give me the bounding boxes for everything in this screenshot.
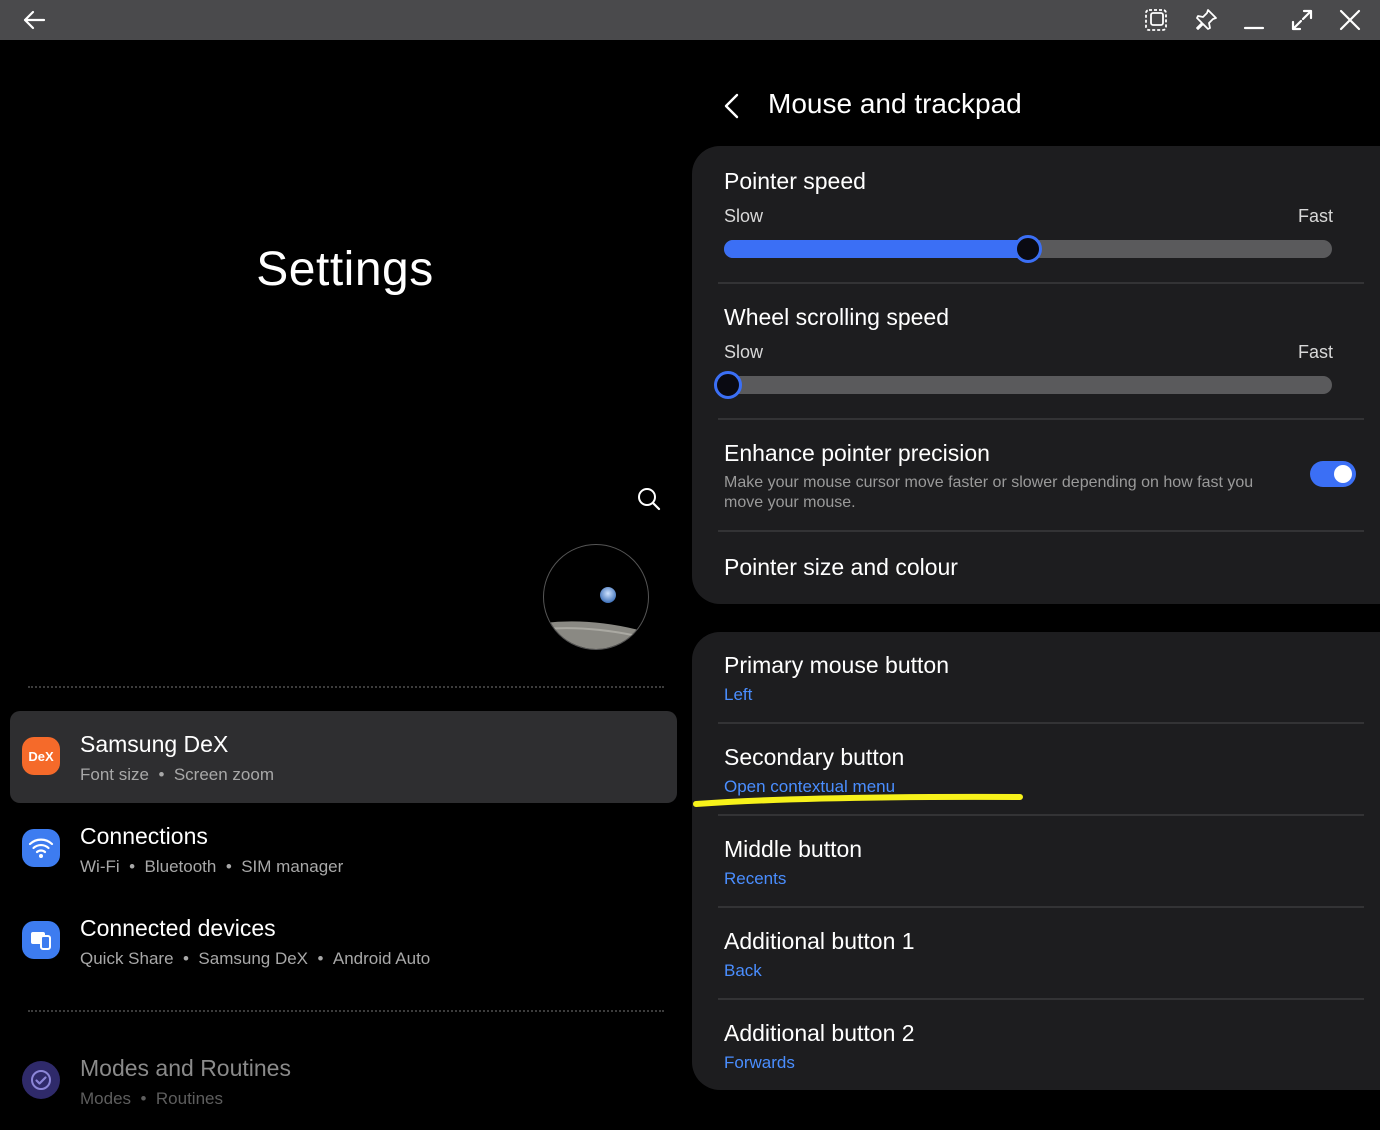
slider-max-label: Fast [1297,342,1333,362]
nav-item-title: Connections [80,823,208,849]
nav-item-title: Modes and Routines [80,1055,291,1081]
close-icon[interactable] [1332,2,1368,38]
enhance-precision-title: Enhance pointer precision [724,440,990,466]
divider [718,530,1364,532]
divider [718,906,1364,908]
enhance-precision-row[interactable]: Enhance pointer precision Make your mous… [724,440,1364,513]
nav-item-samsung-dex[interactable]: DeX Samsung DeX Font size • Screen zoom [10,711,677,803]
divider [718,722,1364,724]
wifi-icon [22,829,60,867]
header-title: Mouse and trackpad [768,88,1022,119]
dex-icon: DeX [22,737,60,775]
nav-item-subtitle: Modes • Routines [80,1089,223,1108]
divider [28,1010,664,1012]
page-title: Settings [256,243,434,296]
row-title: Additional button 2 [724,1020,915,1046]
nav-item-subtitle: Quick Share • Samsung DeX • Android Auto [80,949,431,968]
pointer-speed-slider[interactable] [724,235,1332,263]
nav-item-connections[interactable]: Connections Wi-Fi • Bluetooth • SIM mana… [10,803,677,895]
avatar[interactable] [543,544,649,650]
slider-min-label: Slow [724,342,764,362]
secondary-button-row[interactable]: Secondary button Open contextual menu [724,744,1364,797]
row-value: Back [724,961,762,980]
slider-max-label: Fast [1297,206,1333,226]
divider [718,814,1364,816]
enhance-precision-toggle[interactable] [1310,461,1356,487]
additional-button-2-row[interactable]: Additional button 2 Forwards [724,1020,1364,1073]
wheel-speed-slider[interactable] [714,371,1332,399]
snap-window-icon[interactable] [1138,2,1174,38]
pin-icon[interactable] [1188,2,1224,38]
row-value: Recents [724,869,787,888]
row-value: Left [724,685,753,704]
back-arrow-icon[interactable] [16,2,52,38]
row-title: Secondary button [724,744,905,770]
divider [718,998,1364,1000]
window-title-bar [0,0,1380,40]
devices-icon [22,921,60,959]
middle-button-row[interactable]: Middle button Recents [724,836,1364,889]
settings-list-pane: Settings DeX Samsung DeX Font size • Scr… [0,40,690,1130]
slider-thumb[interactable] [714,371,742,399]
search-icon[interactable] [630,480,668,518]
mouse-trackpad-pane: Mouse and trackpad Pointer speed Slow Fa… [692,40,1380,1130]
additional-button-1-row[interactable]: Additional button 1 Back [724,928,1364,981]
mouse-buttons-card: Primary mouse button Left Secondary butt… [692,632,1380,1090]
wheel-speed-title: Wheel scrolling speed [724,304,950,330]
check-circle-icon [22,1061,60,1099]
divider [718,418,1364,420]
divider [718,282,1364,284]
nav-item-title: Samsung DeX [80,731,229,757]
nav-item-title: Connected devices [80,915,276,941]
primary-mouse-button-row[interactable]: Primary mouse button Left [724,652,1364,705]
minimize-icon[interactable] [1236,2,1272,38]
row-title: Additional button 1 [724,928,915,954]
row-title: Primary mouse button [724,652,949,678]
maximize-icon[interactable] [1284,2,1320,38]
row-title: Middle button [724,836,863,862]
slider-min-label: Slow [724,206,764,226]
row-value: Open contextual menu [724,777,896,796]
nav-item-subtitle: Wi-Fi • Bluetooth • SIM manager [80,857,344,876]
enhance-precision-desc: Make your mouse cursor move faster or sl… [724,474,1254,511]
back-chevron-icon[interactable] [712,86,752,126]
row-value: Forwards [724,1053,795,1072]
pointer-settings-card: Pointer speed Slow Fast Wheel scrolling … [692,146,1380,604]
divider [28,686,664,688]
pointer-speed-title: Pointer speed [724,168,866,194]
slider-thumb[interactable] [1014,235,1042,263]
toggle-knob [1334,465,1352,483]
nav-item-connected-devices[interactable]: Connected devices Quick Share • Samsung … [10,895,677,987]
nav-item-subtitle: Font size • Screen zoom [80,765,275,784]
pointer-size-colour-row[interactable]: Pointer size and colour [724,554,1364,581]
slider-fill [724,240,1028,258]
nav-item-modes-routines[interactable]: Modes and Routines Modes • Routines [10,1035,677,1127]
